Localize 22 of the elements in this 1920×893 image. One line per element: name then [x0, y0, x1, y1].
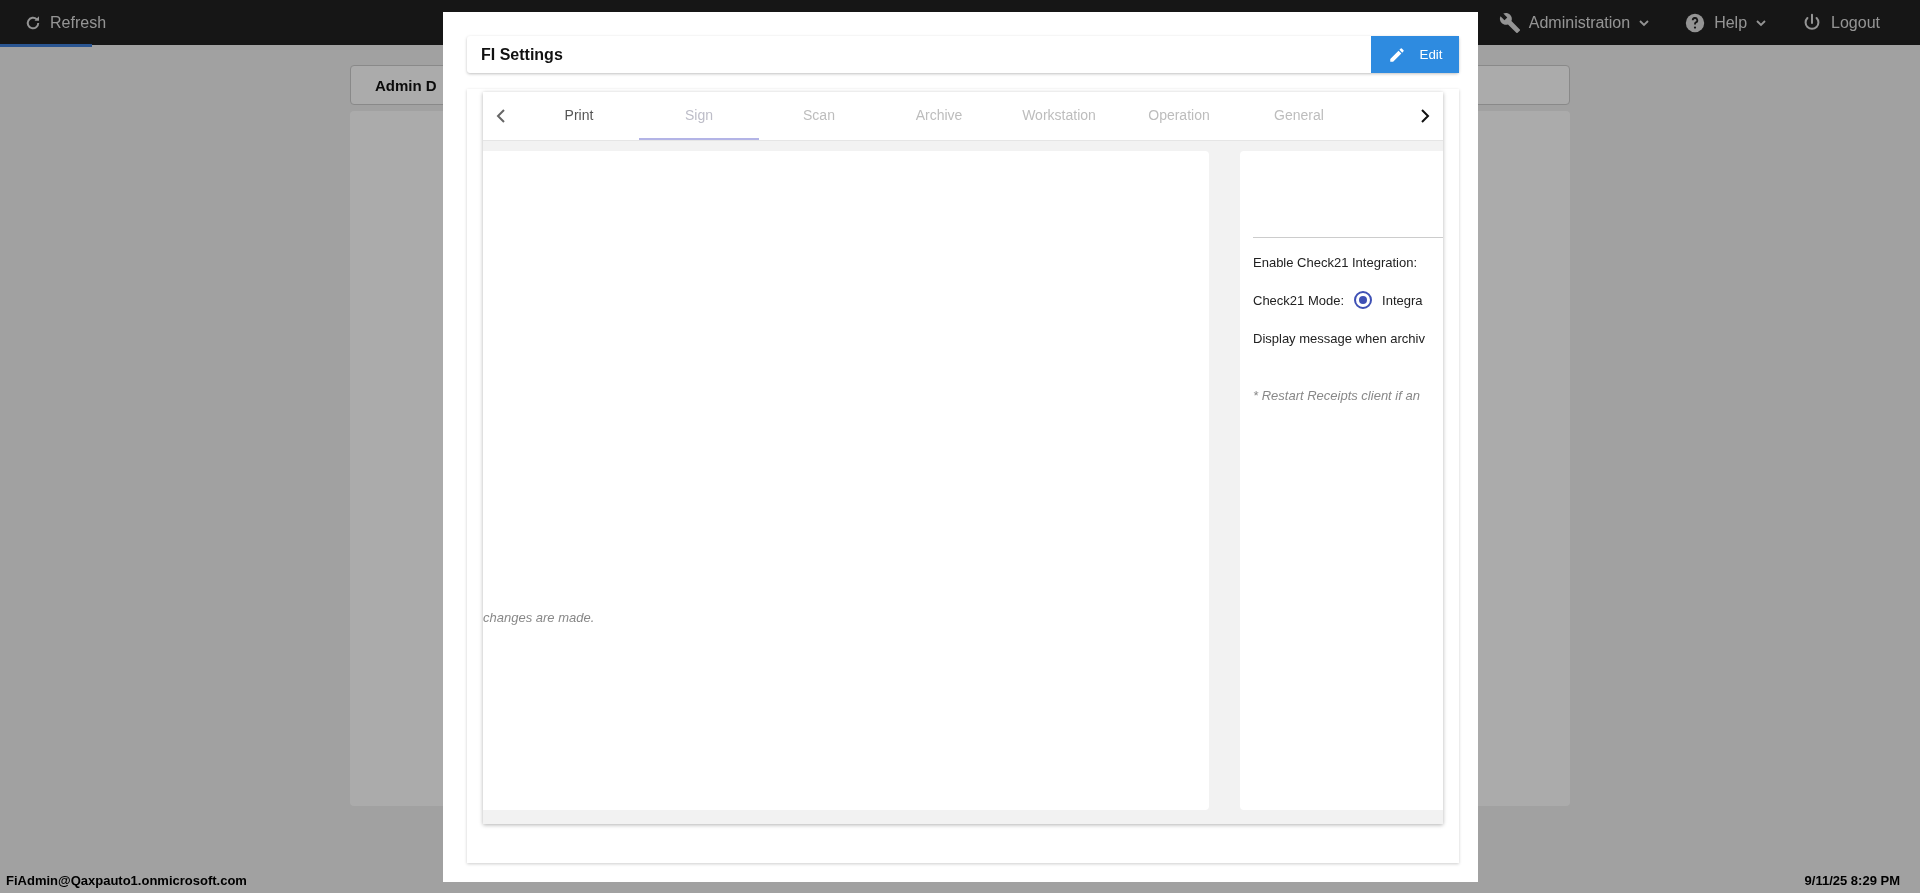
dialog-title: FI Settings	[481, 45, 563, 64]
radio-label: Integra	[1382, 292, 1423, 308]
field-label: Check21 Mode:	[1253, 292, 1345, 308]
note-text: * Restart Receipts client if an	[1253, 388, 1421, 403]
field-label: Enable Check21 Integration:	[1253, 254, 1418, 270]
date-time: 9/11/25 8:29 PM	[1804, 872, 1900, 888]
pencil-icon	[1387, 45, 1406, 64]
menu-button[interactable]: Logout	[1801, 11, 1880, 34]
chevron-left-icon[interactable]	[496, 109, 506, 123]
user-email: FiAdmin@Qaxpauto1.onmicrosoft.com	[6, 872, 247, 888]
refresh-button[interactable]: Refresh	[24, 13, 107, 32]
menu-button[interactable]: Administration	[1498, 11, 1651, 34]
help-icon	[1684, 11, 1707, 34]
field-label: Display message when archiv	[1253, 330, 1425, 346]
tab[interactable]: Print	[519, 92, 639, 140]
radio-button[interactable]	[1354, 291, 1373, 309]
page-tab[interactable]: Admin D	[375, 76, 437, 94]
menu-button[interactable]: Help	[1684, 11, 1768, 34]
edit-button[interactable]: Edit	[1371, 36, 1459, 73]
chevron-right-icon[interactable]	[1420, 109, 1430, 123]
note-text: changes are made.	[483, 610, 595, 625]
wrench-icon	[1498, 11, 1521, 34]
